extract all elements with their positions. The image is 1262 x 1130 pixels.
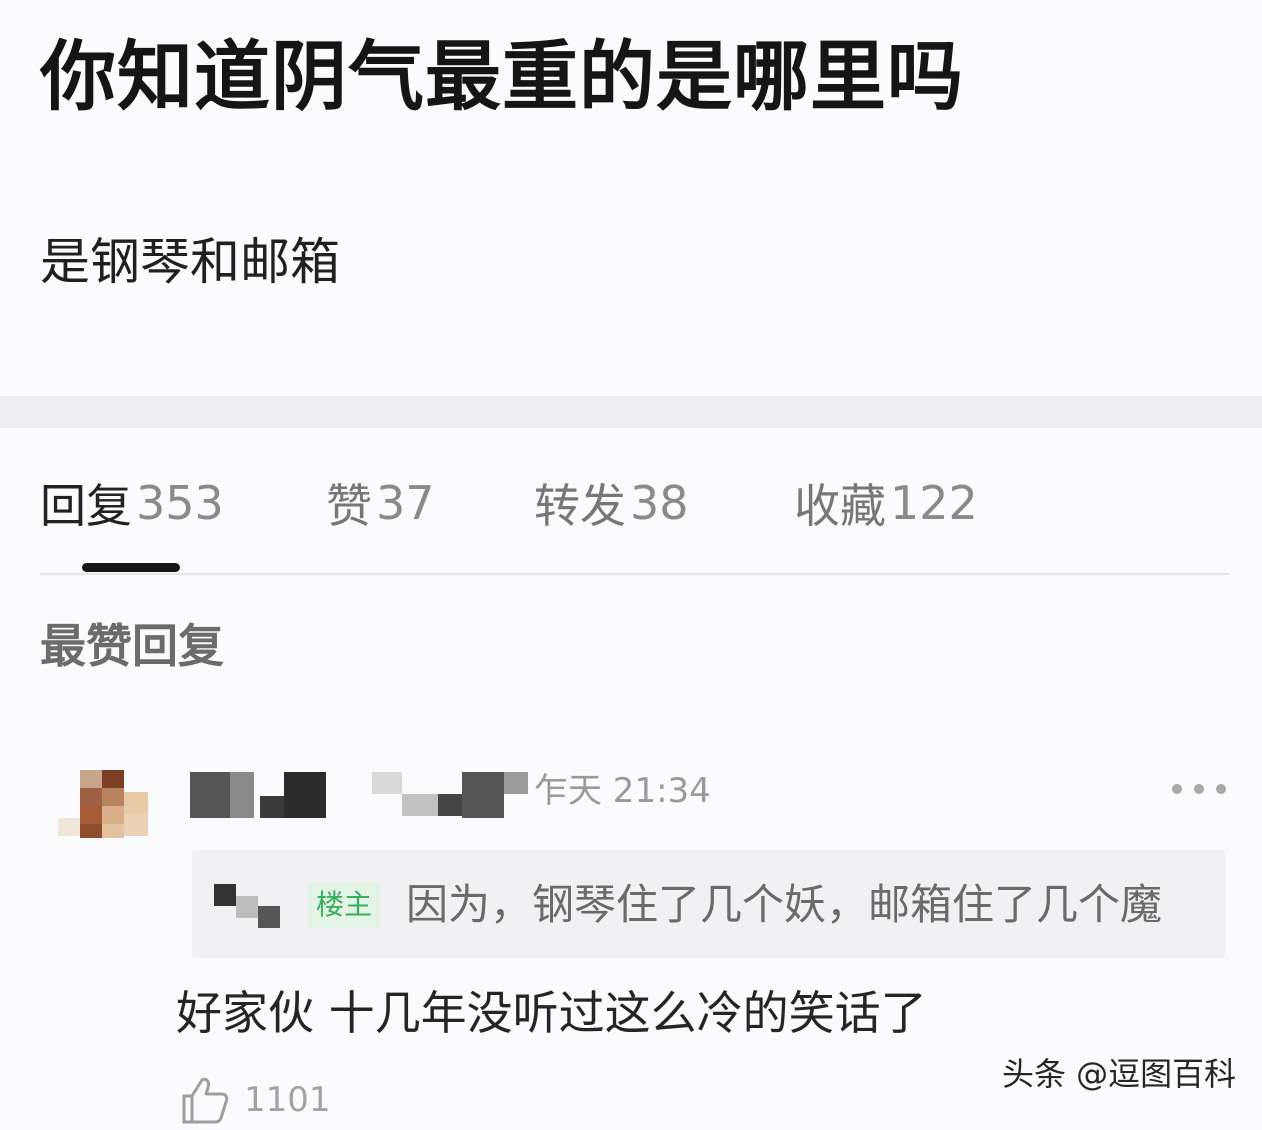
tab-favorites-label: 收藏 bbox=[794, 479, 886, 533]
section-divider bbox=[0, 396, 1262, 428]
tab-replies-count: 353 bbox=[136, 476, 224, 530]
post-body: 是钢琴和邮箱 bbox=[40, 233, 340, 291]
active-tab-indicator bbox=[82, 563, 180, 572]
tab-bar: 回复 353 赞 37 转发 38 收藏 122 bbox=[0, 458, 1262, 548]
tab-likes-label: 赞 bbox=[326, 479, 372, 533]
op-badge: 楼主 bbox=[308, 882, 380, 928]
post-title: 你知道阴气最重的是哪里吗 bbox=[40, 32, 964, 121]
tab-reposts-count: 38 bbox=[630, 476, 689, 530]
avatar[interactable] bbox=[58, 770, 150, 840]
quote-text: 因为，钢琴住了几个妖，邮箱住了几个魔 bbox=[406, 880, 1163, 929]
tab-reposts[interactable]: 转发 38 bbox=[534, 458, 689, 548]
comment-timestamp: 乍天 21:34 bbox=[534, 771, 711, 811]
more-dots-icon[interactable] bbox=[1172, 778, 1226, 800]
tab-reposts-label: 转发 bbox=[534, 479, 626, 533]
like-button[interactable]: 1101 bbox=[180, 1070, 331, 1130]
tab-likes[interactable]: 赞 37 bbox=[326, 458, 435, 548]
thumbs-up-icon bbox=[180, 1076, 230, 1124]
tabs-divider bbox=[40, 573, 1230, 575]
quoted-reply[interactable]: 楼主 因为，钢琴住了几个妖，邮箱住了几个魔 bbox=[192, 850, 1226, 958]
like-count: 1101 bbox=[244, 1080, 331, 1120]
section-heading: 最赞回复 bbox=[40, 619, 224, 673]
tab-replies[interactable]: 回复 353 bbox=[40, 458, 224, 548]
tab-favorites-count: 122 bbox=[890, 476, 978, 530]
tab-likes-count: 37 bbox=[376, 476, 435, 530]
watermark: 头条 @逗图百科 bbox=[1002, 1055, 1237, 1093]
tab-replies-label: 回复 bbox=[40, 479, 132, 533]
comment-text: 好家伙 十几年没听过这么冷的笑话了 bbox=[176, 986, 927, 1040]
tab-favorites[interactable]: 收藏 122 bbox=[794, 458, 978, 548]
